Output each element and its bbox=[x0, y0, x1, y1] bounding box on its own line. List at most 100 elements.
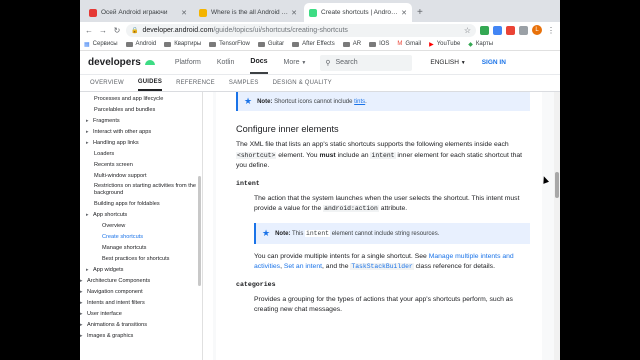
chevron-right-icon[interactable]: ▸ bbox=[86, 265, 93, 276]
sign-in-button[interactable]: SIGN IN bbox=[482, 59, 506, 66]
bookmark-item[interactable]: ▶ YouTube bbox=[429, 41, 460, 48]
bookmark-item[interactable]: Guitar bbox=[257, 41, 284, 47]
sidebar-item-label: Building apps for foldables bbox=[94, 201, 160, 207]
sidebar-item[interactable]: ▸ Navigation component bbox=[80, 287, 202, 298]
bookmark-item[interactable]: Квартиры bbox=[164, 41, 201, 47]
chevron-right-icon[interactable]: ▸ bbox=[80, 298, 87, 309]
bookmark-item[interactable]: AR bbox=[342, 41, 361, 47]
sidebar-item[interactable]: Recents screen bbox=[80, 160, 202, 171]
sidebar-item[interactable]: ▸ App shortcuts bbox=[80, 210, 202, 221]
browser-tab-1[interactable]: Осей Android играючи ✕ bbox=[84, 3, 192, 22]
multi-intents-paragraph: You can provide multiple intents for a s… bbox=[254, 252, 514, 270]
nav-more[interactable]: More ▼ bbox=[284, 51, 307, 74]
bookmark-star-icon[interactable]: ☆ bbox=[464, 26, 471, 35]
chevron-right-icon[interactable]: ▸ bbox=[86, 127, 93, 138]
sidebar-item[interactable]: Best practices for shortcuts bbox=[80, 254, 202, 265]
letterbox-right bbox=[560, 0, 640, 360]
browser-tab-2[interactable]: Where is the all Android broad ✕ bbox=[194, 3, 302, 22]
sidebar-item[interactable]: Building apps for foldables bbox=[80, 199, 202, 210]
close-tab-icon[interactable]: ✕ bbox=[181, 9, 187, 17]
menu-icon[interactable]: ⋮ bbox=[546, 26, 556, 35]
close-tab-icon[interactable]: ✕ bbox=[291, 9, 297, 17]
screen: Осей Android играючи ✕ Where is the all … bbox=[0, 0, 640, 360]
extension-icon[interactable] bbox=[493, 25, 502, 35]
sidebar-item[interactable]: ▸ Animations & transitions bbox=[80, 320, 202, 331]
bookmark-item[interactable]: Android bbox=[125, 41, 156, 47]
sidebar-item-label: Overview bbox=[102, 223, 126, 229]
reload-icon[interactable]: ↻ bbox=[112, 26, 122, 35]
section-heading: Configure inner elements bbox=[236, 124, 339, 134]
page-scrollbar[interactable] bbox=[554, 92, 560, 360]
bookmark-item[interactable]: TensorFlow bbox=[209, 41, 250, 47]
tab-overview[interactable]: OVERVIEW bbox=[90, 75, 124, 91]
nav-platform[interactable]: Platform bbox=[175, 51, 201, 74]
maps-icon: ◆ bbox=[468, 41, 473, 48]
top-nav: Platform Kotlin Docs More ▼ bbox=[175, 51, 307, 74]
tab-guides[interactable]: GUIDES bbox=[137, 75, 163, 91]
sidebar-item[interactable]: ▸ Architecture Components bbox=[80, 276, 202, 287]
sidebar-item[interactable]: Restrictions on starting activities from… bbox=[80, 182, 202, 199]
sidebar-item[interactable]: Loaders bbox=[80, 149, 202, 160]
forward-icon[interactable]: → bbox=[98, 26, 108, 35]
bookmark-item[interactable]: ◆ Карты bbox=[468, 41, 493, 48]
note-box: ★ Note: This intent element cannot inclu… bbox=[254, 222, 530, 244]
sidebar-item[interactable]: Create shortcuts bbox=[80, 232, 202, 243]
sidebar-item-label: Interact with other apps bbox=[93, 129, 152, 135]
bookmark-item[interactable]: M Gmail bbox=[397, 41, 421, 47]
folder-icon bbox=[164, 41, 172, 47]
bookmark-item[interactable]: ▦ Сервисы bbox=[84, 41, 118, 48]
chevron-right-icon[interactable]: ▸ bbox=[86, 210, 93, 221]
sidebar-item[interactable]: ▸ App widgets bbox=[80, 265, 202, 276]
chevron-right-icon[interactable]: ▸ bbox=[80, 320, 87, 331]
chevron-right-icon[interactable]: ▸ bbox=[86, 138, 93, 149]
browser-tab-3[interactable]: Create shortcuts | Android De ✕ bbox=[304, 3, 412, 22]
main-area: Processes and app lifecycle Parcelables a… bbox=[80, 92, 560, 360]
sidebar-item[interactable]: ▸ User interface bbox=[80, 309, 202, 320]
chevron-down-icon: ▼ bbox=[460, 60, 466, 66]
bookmark-item[interactable]: After Effects bbox=[292, 41, 335, 47]
gmail-icon: M bbox=[397, 41, 403, 47]
back-icon[interactable]: ← bbox=[84, 26, 94, 35]
note-text: Note: Shortcut icons cannot include tint… bbox=[257, 98, 367, 105]
address-bar[interactable]: 🔒 developer.android.com/guide/topics/ui/… bbox=[126, 23, 476, 37]
sidebar-item[interactable]: Processes and app lifecycle bbox=[80, 94, 202, 105]
sidebar-item[interactable]: Multi-window support bbox=[80, 171, 202, 182]
search-input[interactable]: ⚲ Search bbox=[320, 54, 413, 71]
sidebar-scrollbar[interactable] bbox=[198, 176, 201, 286]
tints-link[interactable]: tints bbox=[354, 99, 365, 105]
sidebar-item[interactable]: ▸ Handling app links bbox=[80, 138, 202, 149]
tab-samples[interactable]: SAMPLES bbox=[229, 75, 259, 91]
sidebar-item[interactable]: ▸ Interact with other apps bbox=[80, 127, 202, 138]
extension-icon[interactable] bbox=[519, 25, 528, 35]
chevron-right-icon[interactable]: ▸ bbox=[80, 309, 87, 320]
bookmark-item[interactable]: IOS bbox=[369, 41, 389, 47]
set-intent-link[interactable]: Set an intent bbox=[284, 263, 322, 270]
chevron-right-icon[interactable]: ▸ bbox=[80, 287, 87, 298]
term-categories-description: Provides a grouping for the types of act… bbox=[236, 295, 530, 316]
chevron-right-icon[interactable]: ▸ bbox=[80, 331, 87, 342]
sidebar-item[interactable]: Parcelables and bundles bbox=[80, 105, 202, 116]
tab-design-quality[interactable]: DESIGN & QUALITY bbox=[273, 75, 332, 91]
close-tab-icon[interactable]: ✕ bbox=[401, 9, 407, 17]
chevron-right-icon[interactable]: ▸ bbox=[80, 276, 87, 287]
sidebar-item[interactable]: ▸ Images & graphics bbox=[80, 331, 202, 342]
chevron-right-icon[interactable]: ▸ bbox=[86, 116, 93, 127]
sidebar-item[interactable]: Overview bbox=[80, 221, 202, 232]
site-logo[interactable]: developers bbox=[88, 57, 141, 68]
tab-reference[interactable]: REFERENCE bbox=[176, 75, 215, 91]
extension-icon[interactable] bbox=[480, 25, 489, 35]
sidebar-item[interactable]: Manage shortcuts bbox=[80, 243, 202, 254]
extension-icon[interactable] bbox=[506, 25, 515, 35]
taskstackbuilder-link[interactable]: TaskStackBuilder bbox=[350, 263, 414, 270]
sidebar-item-label: Intents and intent filters bbox=[87, 300, 145, 306]
page-scrollbar-thumb[interactable] bbox=[555, 172, 559, 198]
term-intent: intent bbox=[236, 179, 260, 187]
new-tab-icon[interactable]: + bbox=[417, 7, 423, 18]
nav-kotlin[interactable]: Kotlin bbox=[217, 51, 235, 74]
sidebar-item[interactable]: ▸ Fragments bbox=[80, 116, 202, 127]
profile-avatar[interactable]: L bbox=[532, 25, 542, 35]
nav-docs[interactable]: Docs bbox=[250, 51, 268, 74]
sidebar-item-label: App shortcuts bbox=[93, 212, 128, 218]
language-select[interactable]: ENGLISH ▼ bbox=[430, 59, 465, 66]
sidebar-item[interactable]: ▸ Intents and intent filters bbox=[80, 298, 202, 309]
